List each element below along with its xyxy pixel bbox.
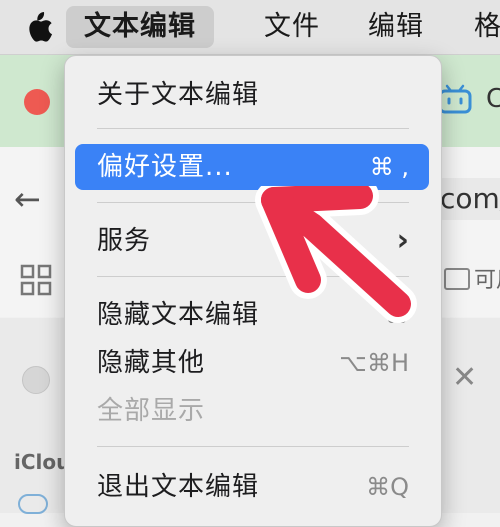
back-arrow-icon[interactable]: ←	[14, 180, 41, 218]
menubar-file-menu[interactable]: 文件	[264, 6, 320, 48]
keyboard-icon	[444, 268, 470, 290]
menu-item-label: 全部显示	[97, 396, 206, 426]
menu-item-label: 偏好设置...	[97, 152, 233, 182]
icloud-label: iClou	[14, 450, 71, 474]
radio-button[interactable]	[22, 366, 50, 394]
menu-item-preferences[interactable]: 偏好设置... ⌘ ,	[75, 144, 429, 190]
menu-separator	[97, 446, 409, 447]
available-label: 可用	[474, 268, 500, 293]
menu-item-label: 退出文本编辑	[97, 472, 260, 502]
close-window-button[interactable]	[24, 89, 50, 115]
tab-title[interactable]: C	[486, 84, 500, 114]
menu-item-label: 隐藏文本编辑	[97, 300, 260, 330]
annotation-arrow-icon	[255, 186, 417, 323]
menu-item-label: 隐藏其他	[97, 348, 206, 378]
close-icon[interactable]: ✕	[452, 360, 477, 395]
apple-logo-icon[interactable]	[22, 10, 54, 44]
bilibili-tab-icon[interactable]	[438, 84, 472, 114]
menu-item-quit[interactable]: 退出文本编辑 ⌘Q	[75, 464, 429, 510]
shortcut-label: ⌘ ,	[369, 153, 409, 181]
shortcut-label: ⌘Q	[366, 473, 409, 501]
menubar-format-menu[interactable]: 格	[474, 6, 500, 48]
grid-icon[interactable]	[20, 264, 52, 296]
menu-bar: 文本编辑 文件 编辑 格	[0, 0, 500, 55]
menu-item-hide-others[interactable]: 隐藏其他 ⌥⌘H	[75, 340, 429, 386]
menu-item-label: 服务	[97, 226, 152, 256]
menu-item-show-all: 全部显示	[75, 388, 429, 434]
shortcut-label: ⌥⌘H	[339, 349, 409, 377]
menu-item-about[interactable]: 关于文本编辑	[75, 72, 429, 118]
address-bar[interactable]: com/	[436, 178, 500, 220]
menubar-edit-menu[interactable]: 编辑	[368, 6, 424, 48]
menu-separator	[97, 128, 409, 129]
menubar-app-menu[interactable]: 文本编辑	[66, 6, 214, 48]
cloud-icon	[18, 494, 48, 514]
menu-item-label: 关于文本编辑	[97, 80, 260, 110]
